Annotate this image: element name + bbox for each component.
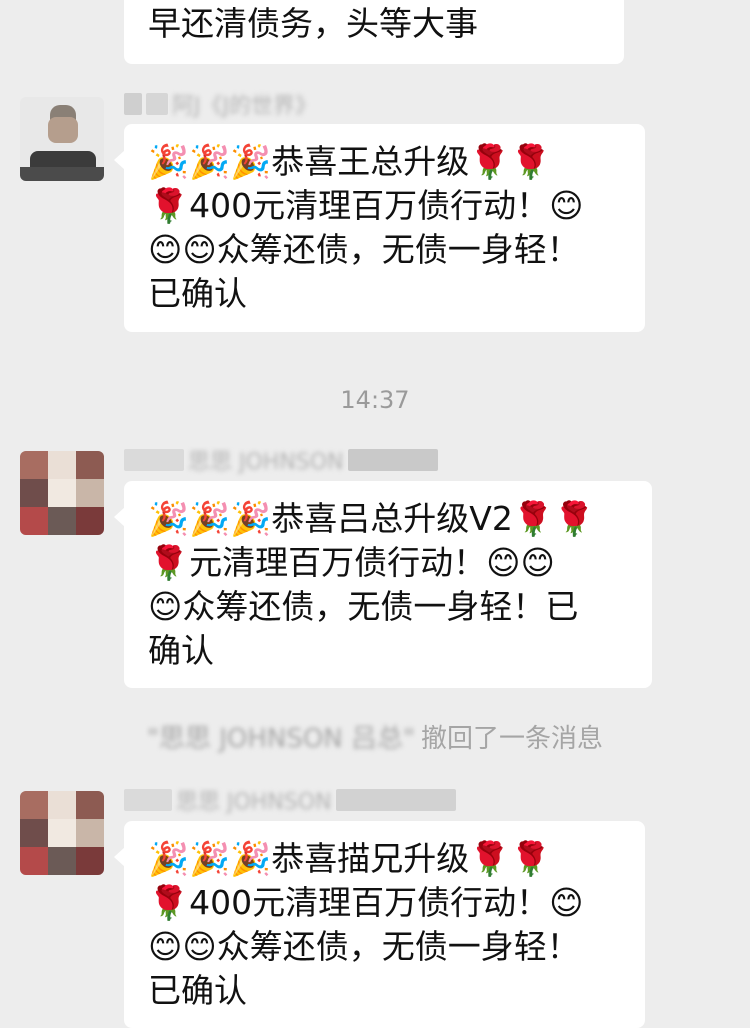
message-line: 😊众筹还债，无债一身轻！已 [148, 587, 579, 626]
message-text: 早还清债务，头等大事 [148, 4, 478, 43]
avatar[interactable] [20, 97, 104, 181]
message-line: 😊😊众筹还债，无债一身轻！ [148, 230, 580, 269]
message-line: 🌹元清理百万债行动！😊😊 [148, 543, 555, 582]
message-line: 🎉🎉🎉恭喜吕总升级V2🌹🌹 [148, 499, 596, 538]
message-line: 🎉🎉🎉恭喜王总升级🌹🌹 [148, 142, 552, 181]
mosaic [124, 789, 172, 811]
message-line: 已确认 [148, 274, 247, 313]
message-line: 😊😊众筹还债，无债一身轻！ [148, 927, 580, 966]
recall-suffix: 撤回了一条消息 [420, 723, 603, 754]
avatar-image [20, 791, 104, 875]
message-bubble[interactable]: 🎉🎉🎉恭喜王总升级🌹🌹 🌹400元清理百万债行动！😊 😊😊众筹还债，无债一身轻！… [114, 124, 645, 332]
chat-area: 早还清债务，头等大事 阿J《J的世界》 🎉🎉🎉恭喜王总升级🌹🌹 🌹400元清理百… [0, 0, 750, 1028]
message-bubble[interactable]: 🎉🎉🎉恭喜描兄升级🌹🌹 🌹400元清理百万债行动！😊 😊😊众筹还债，无债一身轻！… [114, 821, 645, 1028]
message-bubble-top[interactable]: 早还清债务，头等大事 [124, 0, 624, 64]
message-bubble[interactable]: 🎉🎉🎉恭喜吕总升级V2🌹🌹 🌹元清理百万债行动！😊😊 😊众筹还债，无债一身轻！已… [114, 481, 652, 688]
sender-name: 思思 JOHNSON [124, 786, 456, 815]
mosaic [124, 449, 184, 471]
mosaic [347, 449, 438, 471]
sender-name: 阿J《J的世界》 [124, 90, 317, 119]
mosaic [124, 93, 142, 115]
recall-notice: "思思 JOHNSON 吕总" 撤回了一条消息 [0, 718, 750, 754]
avatar-image [20, 451, 104, 535]
avatar[interactable] [20, 451, 104, 535]
timestamp: 14:37 [340, 386, 410, 414]
mosaic [146, 93, 168, 115]
message-line: 确认 [148, 631, 214, 670]
avatar[interactable] [20, 791, 104, 875]
sender-name: 思思 JOHNSON [124, 446, 438, 475]
avatar-image [20, 97, 104, 181]
message-line: 🎉🎉🎉恭喜描兄升级🌹🌹 [148, 839, 552, 878]
message-line: 🌹400元清理百万债行动！😊 [148, 883, 584, 922]
message-line: 已确认 [148, 971, 247, 1010]
mosaic [335, 789, 456, 811]
recall-quoted-name: "思思 JOHNSON 吕总" [146, 723, 415, 754]
message-line: 🌹400元清理百万债行动！😊 [148, 186, 584, 225]
